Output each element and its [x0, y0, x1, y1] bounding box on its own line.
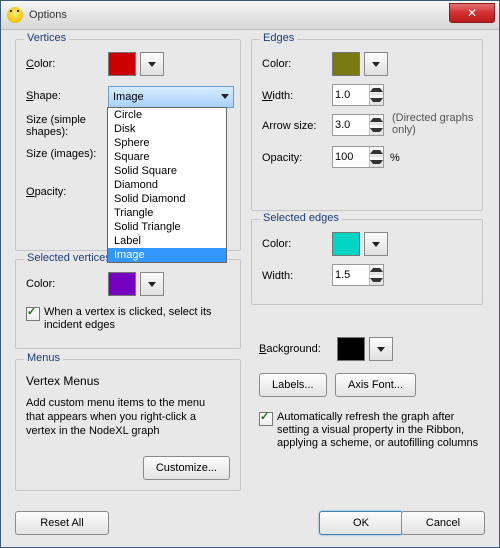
selected-vertices-color-swatch[interactable]: [108, 272, 136, 296]
spin-down-icon[interactable]: [370, 275, 383, 285]
shape-option[interactable]: Square: [108, 150, 226, 164]
reset-all-button[interactable]: Reset All: [15, 511, 109, 535]
chevron-down-icon: [148, 62, 156, 67]
vertices-size-simple-label: Size (simple shapes):: [26, 114, 106, 138]
close-icon: ✕: [467, 7, 477, 19]
close-button[interactable]: ✕: [449, 3, 495, 23]
selected-vertices-title: Selected vertices: [24, 252, 114, 264]
checkbox-icon: [26, 307, 40, 321]
incident-edges-checkbox[interactable]: When a vertex is clicked, select its inc…: [26, 306, 226, 332]
vertices-color-dropdown[interactable]: [140, 52, 164, 76]
selected-edges-color-label: Color:: [262, 238, 291, 250]
shape-option[interactable]: Label: [108, 234, 226, 248]
edges-color-dropdown[interactable]: [364, 52, 388, 76]
background-label: Background:: [259, 343, 321, 355]
autorefresh-label: Automatically refresh the graph after se…: [277, 411, 481, 450]
menus-heading: Vertex Menus: [26, 374, 99, 388]
background-dropdown[interactable]: [369, 337, 393, 361]
spin-down-icon[interactable]: [370, 125, 383, 135]
shape-option[interactable]: Solid Diamond: [108, 192, 226, 206]
edges-arrow-note: (Directed graphs only): [392, 112, 476, 136]
edges-width-label: Width:: [262, 90, 293, 102]
shape-option[interactable]: Sphere: [108, 136, 226, 150]
chevron-down-icon: [148, 282, 156, 287]
chevron-down-icon: [377, 347, 385, 352]
selected-edges-group: Selected edges Color: Width:: [251, 219, 483, 305]
edges-arrow-size-input[interactable]: [333, 119, 369, 131]
shape-option[interactable]: Solid Triangle: [108, 220, 226, 234]
selected-edges-width-input[interactable]: [333, 269, 369, 281]
shape-option[interactable]: Triangle: [108, 206, 226, 220]
edges-group-title: Edges: [260, 32, 297, 44]
chevron-down-icon: [221, 94, 229, 99]
labels-button[interactable]: Labels...: [259, 373, 327, 397]
selected-edges-color-dropdown[interactable]: [364, 232, 388, 256]
checkbox-icon: [259, 412, 273, 426]
spin-up-icon[interactable]: [370, 265, 383, 275]
autorefresh-checkbox[interactable]: Automatically refresh the graph after se…: [259, 411, 481, 450]
titlebar: Options ✕: [1, 1, 499, 30]
edges-color-swatch[interactable]: [332, 52, 360, 76]
spin-down-icon[interactable]: [370, 95, 383, 105]
vertices-opacity-label: Opacity:: [26, 186, 66, 198]
vertices-shape-label: Shape:: [26, 90, 61, 102]
window-title: Options: [29, 9, 67, 21]
menus-desc: Add custom menu items to the menu that a…: [26, 396, 226, 438]
edges-group: Edges Color: Width: Arrow size: (Directe…: [251, 39, 483, 211]
selected-vertices-group: Selected vertices Color: When a vertex i…: [15, 259, 241, 349]
shape-option[interactable]: Image: [108, 248, 226, 262]
edges-opacity-input[interactable]: [333, 151, 369, 163]
edges-opacity-spinbox[interactable]: [332, 146, 384, 168]
incident-edges-label: When a vertex is clicked, select its inc…: [44, 306, 226, 332]
edges-opacity-label: Opacity:: [262, 152, 302, 164]
cancel-button[interactable]: Cancel: [401, 511, 485, 535]
vertices-group-title: Vertices: [24, 32, 69, 44]
shape-option[interactable]: Circle: [108, 108, 226, 122]
app-icon: [7, 7, 23, 23]
selected-edges-width-spinbox[interactable]: [332, 264, 384, 286]
selected-edges-color-swatch[interactable]: [332, 232, 360, 256]
chevron-down-icon: [372, 242, 380, 247]
shape-option[interactable]: Disk: [108, 122, 226, 136]
background-swatch[interactable]: [337, 337, 365, 361]
spin-up-icon[interactable]: [370, 85, 383, 95]
edges-width-input[interactable]: [333, 89, 369, 101]
spin-up-icon[interactable]: [370, 115, 383, 125]
vertices-shape-dropdown-list[interactable]: CircleDiskSphereSquareSolid SquareDiamon…: [107, 107, 227, 263]
dialog-body: Vertices Color: Shape: Image Size (simpl…: [9, 33, 491, 539]
edges-arrow-size-spinbox[interactable]: [332, 114, 384, 136]
vertices-size-images-label: Size (images):: [26, 148, 96, 160]
shape-option[interactable]: Diamond: [108, 178, 226, 192]
spin-up-icon[interactable]: [370, 147, 383, 157]
edges-opacity-unit: %: [390, 152, 400, 164]
edges-width-spinbox[interactable]: [332, 84, 384, 106]
options-window: Options ✕ Vertices Color: Shape: Image S…: [0, 0, 500, 548]
selected-edges-title: Selected edges: [260, 212, 342, 224]
edges-color-label: Color:: [262, 58, 291, 70]
edges-arrow-size-label: Arrow size:: [262, 120, 316, 132]
shape-option[interactable]: Solid Square: [108, 164, 226, 178]
ok-button[interactable]: OK: [319, 511, 403, 535]
menus-group: Menus Vertex Menus Add custom menu items…: [15, 359, 241, 491]
customize-button[interactable]: Customize...: [143, 456, 230, 480]
chevron-down-icon: [372, 62, 380, 67]
vertices-color-label: Color:: [26, 58, 55, 70]
selected-vertices-color-label: Color:: [26, 278, 55, 290]
vertices-shape-selected: Image: [113, 91, 144, 103]
axis-font-button[interactable]: Axis Font...: [335, 373, 416, 397]
menus-group-title: Menus: [24, 352, 63, 364]
selected-edges-width-label: Width:: [262, 270, 293, 282]
vertices-shape-combo[interactable]: Image: [108, 86, 234, 108]
selected-vertices-color-dropdown[interactable]: [140, 272, 164, 296]
vertices-color-swatch[interactable]: [108, 52, 136, 76]
spin-down-icon[interactable]: [370, 157, 383, 167]
